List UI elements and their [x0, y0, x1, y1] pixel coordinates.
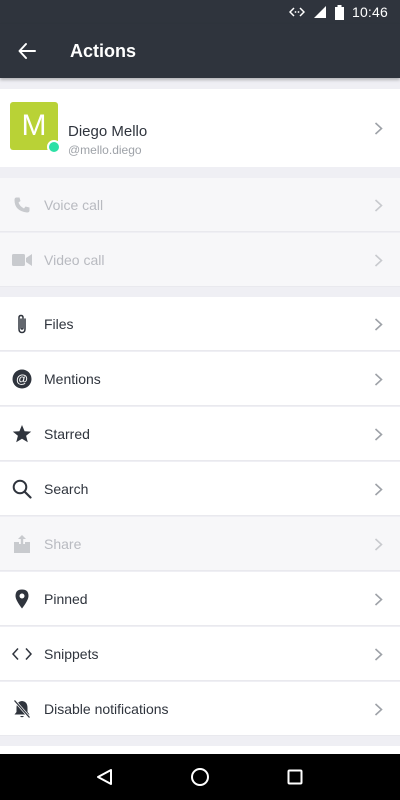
- video-call-row: Video call: [0, 233, 400, 287]
- action-label: Snippets: [44, 645, 99, 662]
- chevron-right-icon: [374, 483, 383, 496]
- nav-recents-icon: [287, 769, 303, 785]
- action-label: Mentions: [44, 370, 101, 387]
- action-label: Video call: [44, 251, 105, 268]
- star-icon: [12, 423, 32, 445]
- action-label: Files: [44, 315, 74, 332]
- data-sync-icon: [288, 6, 305, 18]
- list-item[interactable]: [0, 746, 400, 754]
- nav-recents-button[interactable]: [265, 754, 325, 800]
- disable-notifications-row[interactable]: Disable notifications: [0, 682, 400, 736]
- chevron-right-icon: [374, 593, 383, 606]
- online-status-indicator: [47, 140, 61, 154]
- profile-row[interactable]: M Diego Mello @mello.diego: [0, 89, 400, 167]
- app-bar: Actions: [0, 24, 400, 78]
- chevron-right-icon: [374, 254, 383, 267]
- battery-icon: [334, 4, 344, 20]
- chevron-right-icon: [374, 648, 383, 661]
- chevron-right-icon: [374, 703, 383, 716]
- share-row: Share: [0, 517, 400, 571]
- snippets-row[interactable]: Snippets: [0, 627, 400, 681]
- at-sign-icon: @: [12, 368, 32, 390]
- search-row[interactable]: Search: [0, 462, 400, 516]
- nav-back-icon: [97, 769, 113, 785]
- share-icon: [12, 533, 32, 555]
- action-label: Search: [44, 480, 89, 497]
- video-camera-icon: [12, 249, 32, 271]
- profile-username: @mello.diego: [68, 143, 142, 157]
- pin-icon: [12, 588, 32, 610]
- starred-row[interactable]: Starred: [0, 407, 400, 461]
- profile-name: Diego Mello: [68, 123, 148, 140]
- system-navigation-bar: [0, 754, 400, 800]
- chevron-right-icon: [374, 122, 383, 135]
- action-label: Pinned: [44, 590, 88, 607]
- signal-icon: [313, 5, 327, 19]
- bell-off-icon: [12, 698, 32, 720]
- code-icon: [12, 643, 32, 665]
- nav-back-button[interactable]: [75, 754, 135, 800]
- clock: 10:46: [351, 4, 388, 20]
- chevron-right-icon: [374, 199, 383, 212]
- chevron-right-icon: [374, 428, 383, 441]
- chevron-right-icon: [374, 538, 383, 551]
- phone-icon: [12, 194, 32, 216]
- chevron-right-icon: [374, 373, 383, 386]
- mentions-row[interactable]: @ Mentions: [0, 352, 400, 406]
- action-label: Share: [44, 535, 82, 552]
- page-title: Actions: [70, 40, 137, 61]
- files-row[interactable]: Files: [0, 297, 400, 351]
- nav-home-button[interactable]: [170, 754, 230, 800]
- paperclip-icon: [12, 313, 32, 335]
- back-button[interactable]: [0, 24, 54, 78]
- status-bar: 10:46: [0, 0, 400, 24]
- action-label: Disable notifications: [44, 700, 169, 717]
- voice-call-row: Voice call: [0, 178, 400, 232]
- svg-text:@: @: [16, 372, 28, 386]
- chevron-right-icon: [374, 318, 383, 331]
- nav-home-icon: [190, 768, 209, 786]
- action-label: Starred: [44, 425, 90, 442]
- actions-list: M Diego Mello @mello.diego Voice call Vi…: [0, 78, 400, 754]
- pinned-row[interactable]: Pinned: [0, 572, 400, 626]
- action-label: Voice call: [44, 196, 104, 213]
- search-icon: [12, 478, 32, 500]
- arrow-left-icon: [18, 43, 36, 59]
